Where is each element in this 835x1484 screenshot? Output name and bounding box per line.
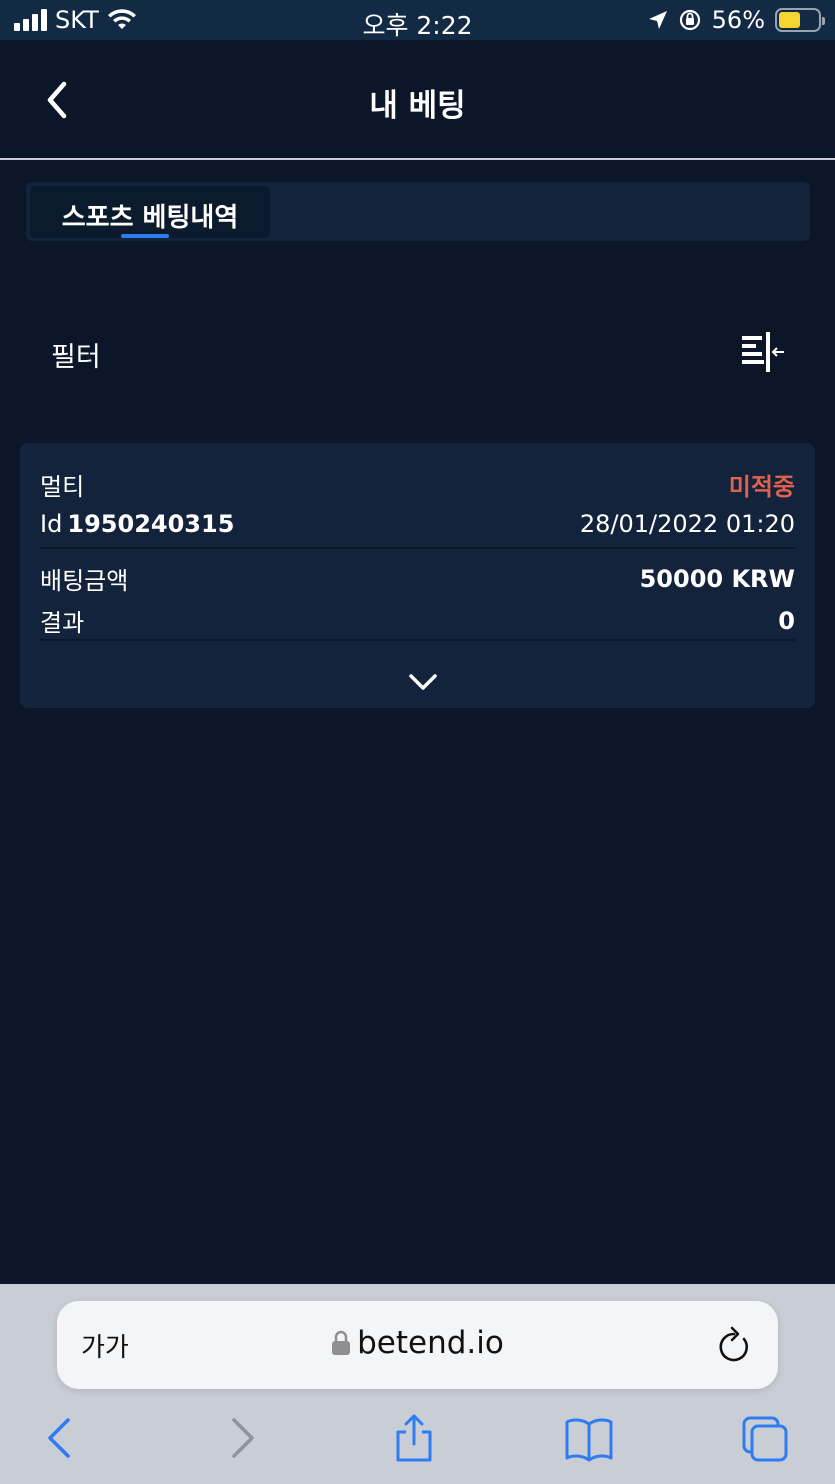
location-arrow-icon <box>648 11 667 29</box>
battery-level <box>779 12 801 28</box>
tab-active-indicator <box>121 234 169 238</box>
status-right: 56% <box>648 6 825 34</box>
bet-datetime: 28/01/2022 01:20 <box>579 510 795 538</box>
bet-amount-value: 50000 KRW <box>639 564 795 593</box>
bet-card: 멀티 미적중 Id 1950240315 28/01/2022 01:20 배팅… <box>20 443 815 708</box>
bet-result-label: 결과 <box>40 609 85 637</box>
bet-id-label: Id <box>40 510 63 538</box>
lock-icon <box>332 1330 351 1355</box>
battery-icon <box>775 8 825 32</box>
bet-amount-label: 배팅금액 <box>40 567 129 595</box>
tab-label: 스포츠 베팅내역 <box>61 203 239 233</box>
browser-toolbar: 가가 betend.io <box>0 1284 835 1484</box>
tab-sports-bet-history[interactable]: 스포츠 베팅내역 <box>30 186 270 238</box>
divider <box>40 547 795 549</box>
bet-type-row: 멀티 미적중 <box>40 467 795 502</box>
bet-id-row: Id 1950240315 28/01/2022 01:20 <box>40 510 795 538</box>
divider <box>40 639 795 641</box>
reload-icon[interactable] <box>716 1325 752 1365</box>
bet-result-value: 0 <box>778 606 795 635</box>
bet-result-row: 결과 0 <box>40 603 795 638</box>
url-text: betend.io <box>357 1325 504 1361</box>
page-title: 내 베팅 <box>369 88 466 124</box>
page-header: 내 베팅 <box>0 40 835 160</box>
browser-forward-icon[interactable] <box>214 1414 264 1462</box>
tab-bar: 스포츠 베팅내역 <box>26 182 810 241</box>
filter-label: 필터 <box>51 342 101 373</box>
tabs-icon[interactable] <box>740 1414 790 1462</box>
rotation-lock-icon <box>679 9 700 31</box>
filter-toggle-button[interactable] <box>740 332 786 372</box>
battery-percent: 56% <box>711 6 765 34</box>
bet-id-value: 1950240315 <box>67 510 235 538</box>
url-display: betend.io <box>57 1325 778 1361</box>
share-icon[interactable] <box>389 1414 439 1462</box>
bet-type: 멀티 <box>40 473 85 501</box>
bookmarks-icon[interactable] <box>564 1414 614 1462</box>
address-bar[interactable]: 가가 betend.io <box>57 1301 778 1389</box>
bet-id: Id 1950240315 <box>40 510 234 538</box>
bet-amount-row: 배팅금액 50000 KRW <box>40 561 795 596</box>
bet-status-badge: 미적중 <box>728 473 795 501</box>
expand-chevron-down-icon[interactable] <box>405 669 441 695</box>
browser-back-icon[interactable] <box>38 1414 88 1462</box>
status-bar: SKT 오후 2:22 56% <box>0 0 835 40</box>
